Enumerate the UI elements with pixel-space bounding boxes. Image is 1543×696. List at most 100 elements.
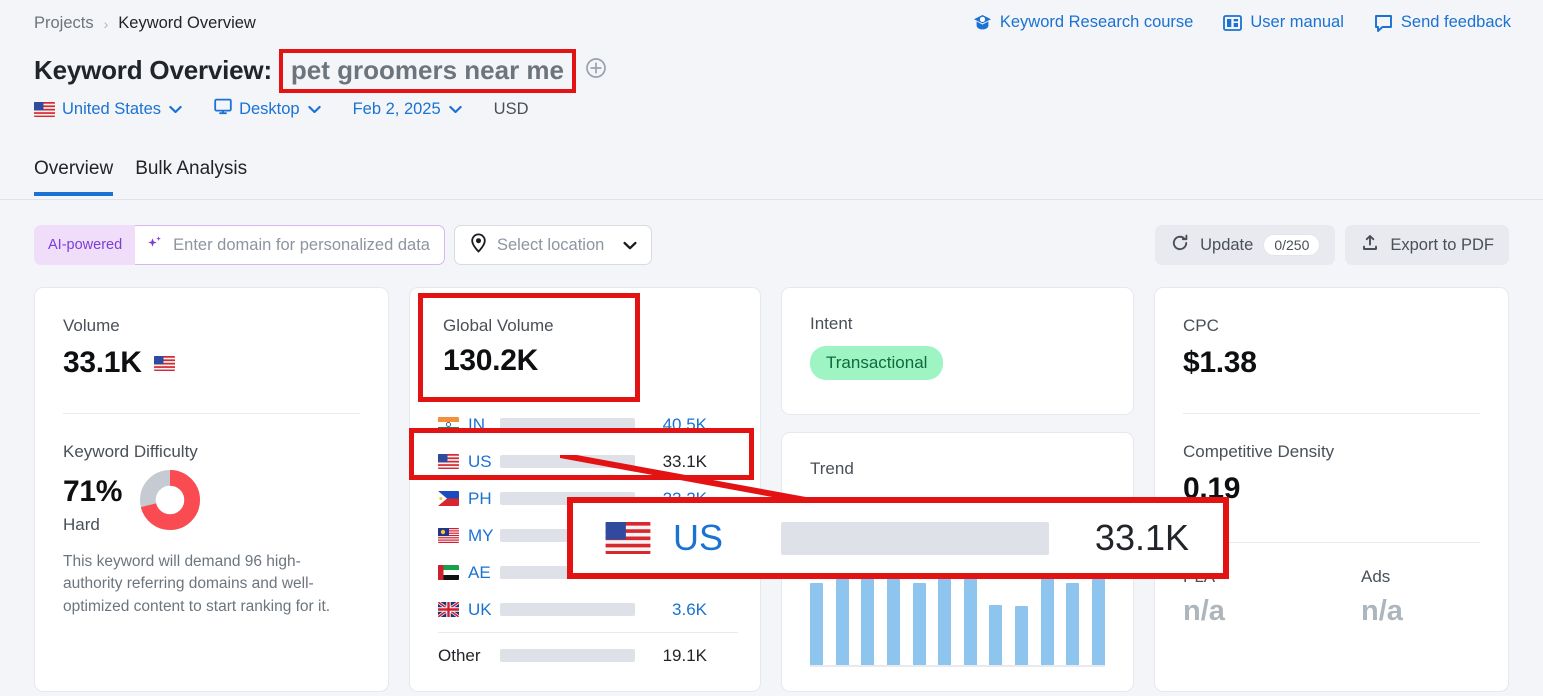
- pla-block: PLA n/a: [1183, 567, 1361, 628]
- intent-badge: Transactional: [810, 346, 944, 380]
- trend-bar: [861, 562, 875, 665]
- country-bar-ae: [500, 566, 635, 579]
- cpc-divider: [1183, 413, 1480, 414]
- volume-label: Volume: [63, 316, 120, 335]
- us-flag-icon: [153, 355, 175, 371]
- update-button[interactable]: Update 0/250: [1155, 225, 1336, 265]
- country-list-divider: [438, 632, 738, 633]
- intent-card: Intent Transactional: [781, 287, 1134, 415]
- trend-bar: [912, 582, 926, 665]
- chevron-down-icon: [307, 100, 321, 119]
- cpc-label: CPC: [1183, 316, 1219, 335]
- global-volume-value: 130.2K: [443, 344, 538, 377]
- trend-bar: [1040, 562, 1054, 665]
- country-breakdown-list: IN 40.5K US 33.1K PH 22.2K MY AE UK 3.6K…: [438, 406, 738, 674]
- ads-value: n/a: [1361, 595, 1403, 627]
- filters-row: United States Desktop Feb 2, 2025 USD: [34, 98, 529, 120]
- country-name-ae: AE: [438, 563, 500, 583]
- country-row-ph[interactable]: PH 22.2K: [438, 480, 738, 517]
- tab-divider: [0, 199, 1543, 200]
- page-title-row: Keyword Overview: pet groomers near me: [34, 49, 607, 93]
- book-icon: [1223, 14, 1243, 32]
- country-name-ph: PH: [438, 489, 500, 509]
- tab-overview[interactable]: Overview: [34, 158, 114, 196]
- ads-block: Ads n/a: [1361, 567, 1539, 628]
- domain-input[interactable]: Enter domain for personalized data: [135, 225, 445, 265]
- breadcrumb: Projects › Keyword Overview: [34, 14, 256, 33]
- send-feedback-link[interactable]: Send feedback: [1374, 13, 1511, 32]
- trend-bar: [835, 562, 849, 665]
- location-pin-icon: [469, 232, 488, 258]
- trend-bar: [886, 562, 900, 665]
- country-row-uk[interactable]: UK 3.6K: [438, 591, 738, 628]
- breadcrumb-current: Keyword Overview: [118, 14, 256, 32]
- country-bar-ph: [500, 492, 635, 505]
- country-name-in: IN: [438, 415, 500, 435]
- country-bar-us: [500, 455, 635, 468]
- country-filter[interactable]: United States: [34, 100, 182, 119]
- us-flag-icon: [438, 454, 459, 469]
- ae-flag-icon: [438, 565, 459, 580]
- global-volume-card: Global Volume 130.2K IN 40.5K US 33.1K P…: [409, 287, 761, 692]
- sparkle-icon: [146, 234, 164, 257]
- graduation-cap-icon: [973, 13, 992, 32]
- ai-powered-badge: AI-powered: [34, 225, 136, 265]
- country-name-other: Other: [438, 645, 481, 665]
- volume-value: 33.1K: [63, 346, 142, 379]
- country-name-uk: UK: [438, 600, 500, 620]
- send-feedback-label: Send feedback: [1400, 13, 1511, 31]
- keyword-value[interactable]: pet groomers near me: [278, 49, 577, 93]
- country-row-ae[interactable]: AE: [438, 554, 738, 591]
- country-code-us: US: [468, 451, 492, 471]
- global-volume-label: Global Volume: [443, 316, 554, 335]
- plus-circle-icon[interactable]: [585, 57, 607, 84]
- user-manual-link[interactable]: User manual: [1223, 13, 1344, 32]
- keyword-research-course-link[interactable]: Keyword Research course: [973, 13, 1193, 32]
- keyword-difficulty-row: 71% Hard: [63, 470, 360, 535]
- volume-divider: [63, 413, 360, 414]
- country-row-my[interactable]: MY: [438, 517, 738, 554]
- currency-label: USD: [493, 99, 529, 118]
- export-to-pdf-button[interactable]: Export to PDF: [1345, 225, 1509, 265]
- tab-bar: Overview Bulk Analysis: [34, 158, 247, 196]
- keyword-difficulty-value: 71%: [63, 475, 123, 508]
- select-location-label: Select location: [496, 235, 605, 254]
- device-filter-label: Desktop: [239, 99, 300, 118]
- volume-value-row: 33.1K: [63, 346, 360, 380]
- breadcrumb-projects[interactable]: Projects: [34, 14, 94, 33]
- ads-label: Ads: [1361, 567, 1391, 586]
- trend-label: Trend: [810, 459, 854, 478]
- update-label: Update: [1200, 235, 1254, 254]
- country-name-us: US: [438, 452, 500, 472]
- user-manual-label: User manual: [1250, 13, 1344, 31]
- country-code-my: MY: [468, 525, 494, 545]
- keyword-difficulty-level: Hard: [63, 515, 100, 534]
- keyword-difficulty-description: This keyword will demand 96 high-authori…: [63, 553, 331, 615]
- country-code-in: IN: [468, 414, 485, 434]
- country-value-ph: 22.2K: [662, 488, 707, 508]
- competitive-density-label: Competitive Density: [1183, 442, 1335, 461]
- keyword-difficulty-label: Keyword Difficulty: [63, 442, 198, 461]
- country-bar-my: [500, 529, 635, 542]
- my-flag-icon: [438, 528, 459, 543]
- select-location-dropdown[interactable]: Select location: [453, 225, 653, 265]
- volume-card: Volume 33.1K Keyword Difficulty 71% Hard: [34, 287, 389, 692]
- update-quota-badge: 0/250: [1263, 234, 1321, 256]
- date-filter[interactable]: Feb 2, 2025: [353, 100, 462, 119]
- country-value-us: 33.1K: [662, 451, 707, 471]
- device-filter[interactable]: Desktop: [214, 98, 321, 120]
- page-title: Keyword Overview:: [34, 55, 272, 86]
- country-value-in: 40.5K: [662, 414, 707, 434]
- breadcrumb-separator-icon: ›: [103, 15, 109, 32]
- pla-label: PLA: [1183, 567, 1216, 586]
- country-row-us[interactable]: US 33.1K: [438, 443, 738, 480]
- country-value-other: 19.1K: [662, 645, 707, 665]
- trend-bar: [989, 605, 1003, 665]
- country-row-other: Other 19.1K: [438, 637, 738, 674]
- tab-bulk-analysis[interactable]: Bulk Analysis: [135, 158, 247, 196]
- competitive-density-value: 0.19: [1183, 472, 1241, 505]
- in-flag-icon: [438, 417, 459, 432]
- country-code-ae: AE: [468, 562, 491, 582]
- country-row-in[interactable]: IN 40.5K: [438, 406, 738, 443]
- chevron-down-icon: [448, 100, 462, 119]
